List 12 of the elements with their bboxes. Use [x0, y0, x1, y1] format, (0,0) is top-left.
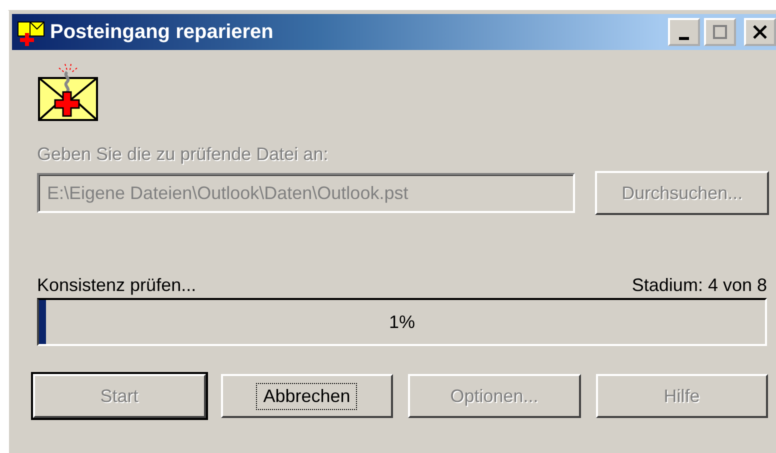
stage-text: Stadium: 4 von 8	[632, 275, 767, 296]
status-text: Konsistenz prüfen...	[37, 275, 196, 296]
file-label: Geben Sie die zu prüfende Datei an:	[37, 144, 330, 165]
close-icon	[753, 25, 767, 39]
maximize-button[interactable]	[704, 18, 736, 46]
dialog-button[interactable]: Abbrechen	[220, 374, 393, 418]
minimize-button[interactable]	[668, 18, 700, 46]
window-title: Posteingang reparieren	[50, 20, 274, 44]
close-button[interactable]	[744, 18, 776, 46]
progress-percent: 1%	[388, 312, 415, 332]
minimize-icon	[679, 36, 689, 40]
maximize-icon	[713, 25, 727, 39]
